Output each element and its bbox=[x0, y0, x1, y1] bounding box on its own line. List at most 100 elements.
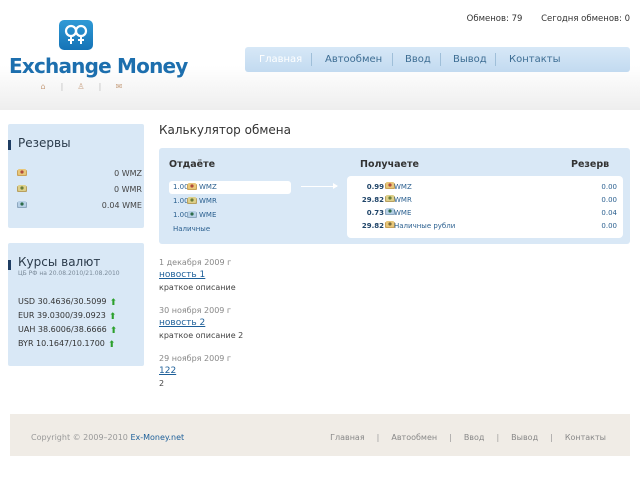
news-description: 2 bbox=[159, 379, 165, 388]
wmz-coin-icon bbox=[17, 169, 27, 176]
logo-text[interactable]: Exchange Money bbox=[9, 54, 188, 78]
receive-reserve: 0.00 bbox=[601, 222, 617, 230]
footer-nav-autoexchange[interactable]: Автообмен bbox=[391, 433, 437, 442]
mail-icon[interactable]: ✉ bbox=[110, 82, 128, 91]
news-description: краткое описание 2 bbox=[159, 331, 244, 340]
news-link[interactable]: новость 2 bbox=[159, 318, 243, 328]
news-item: 1 декабря 2009 г новость 1 краткое описа… bbox=[159, 258, 236, 292]
rate-text: EUR 39.0300/39.0923 bbox=[18, 311, 106, 320]
today-exchanges-count: Сегодня обменов: 0 bbox=[541, 14, 630, 24]
receive-currency: Наличные рубли bbox=[394, 222, 456, 230]
reserve-row-wmr: 0 WMR bbox=[17, 184, 142, 196]
receive-currency: WMR bbox=[394, 196, 412, 204]
col-receive-header: Получаете bbox=[360, 159, 419, 170]
give-option-wmz[interactable]: 1.00 WMZ bbox=[169, 181, 291, 194]
col-reserve-header: Резерв bbox=[571, 159, 610, 170]
give-option-wmr[interactable]: 1.00 WMR bbox=[169, 195, 291, 208]
calculator-title: Калькулятор обмена bbox=[159, 123, 291, 137]
nav-input[interactable]: Ввод bbox=[405, 54, 431, 65]
footer-nav-input[interactable]: Ввод bbox=[464, 433, 485, 442]
give-currency: WMZ bbox=[199, 183, 217, 191]
receive-reserve: 0.04 bbox=[601, 209, 617, 217]
header: Exchange Money ⌂ | ♙ | ✉ Обменов: 79 Сегодня… bbox=[0, 0, 640, 110]
receive-row-wmr[interactable]: 29.82 WMR 0.00 bbox=[347, 194, 623, 206]
wme-coin-icon bbox=[187, 211, 197, 218]
divider: | bbox=[98, 82, 102, 91]
col-give-header: Отдаёте bbox=[169, 159, 216, 170]
footer-nav: Главная | Автообмен | Ввод | Вывод | Контакты bbox=[330, 433, 606, 442]
receive-row-wmz[interactable]: 0.99 WMZ 0.00 bbox=[347, 181, 623, 193]
exchange-calculator: Отдаёте Получаете Резерв 1.00 WMZ 1.00 W… bbox=[159, 148, 630, 244]
receive-box: 0.99 WMZ 0.00 29.82 WMR 0.00 0.73 WME 0.… bbox=[347, 176, 623, 238]
rate-row: USD 30.4636/30.5099 ⬆ bbox=[18, 297, 117, 308]
footer-nav-contacts[interactable]: Контакты bbox=[565, 433, 606, 442]
news-link[interactable]: новость 1 bbox=[159, 270, 236, 280]
news-link[interactable]: 122 bbox=[159, 366, 231, 376]
give-option-wme[interactable]: 1.00 WME bbox=[169, 209, 291, 222]
wmz-coin-icon bbox=[187, 183, 197, 190]
arrow-up-icon: ⬆ bbox=[109, 298, 118, 308]
title-marker bbox=[8, 140, 11, 150]
title-marker bbox=[8, 260, 11, 270]
exchange-stats: Обменов: 79 Сегодня обменов: 0 bbox=[451, 14, 630, 24]
divider: | bbox=[449, 433, 452, 442]
news-date: 1 декабря 2009 г bbox=[159, 258, 232, 267]
nav-divider bbox=[311, 53, 312, 66]
reserves-panel: Резервы 0 WMZ 0 WMR 0.04 WME bbox=[8, 124, 144, 228]
rate-text: BYR 10.1647/10.1700 bbox=[18, 339, 105, 348]
receive-row-cash[interactable]: 29.82 Наличные рубли 0.00 bbox=[347, 220, 623, 232]
rate-row: BYR 10.1647/10.1700 ⬆ bbox=[18, 339, 115, 350]
mini-icons: ⌂ | ♙ | ✉ bbox=[34, 82, 128, 91]
divider: | bbox=[550, 433, 553, 442]
receive-amount: 0.73 bbox=[366, 209, 384, 217]
reserves-title: Резервы bbox=[18, 136, 71, 150]
reserve-row-wmz: 0 WMZ bbox=[17, 168, 142, 180]
give-currency: WMR bbox=[199, 197, 217, 205]
receive-row-wme[interactable]: 0.73 WME 0.04 bbox=[347, 207, 623, 219]
footer-nav-home[interactable]: Главная bbox=[330, 433, 365, 442]
site-link[interactable]: Ex-Money.net bbox=[130, 433, 184, 442]
news-description: краткое описание bbox=[159, 283, 236, 292]
reserve-value: 0 WMZ bbox=[114, 169, 142, 178]
home-icon[interactable]: ⌂ bbox=[34, 82, 52, 91]
receive-reserve: 0.00 bbox=[601, 183, 617, 191]
rates-title: Курсы валют bbox=[18, 255, 101, 269]
copyright-text: Copyright © 2009–2010 bbox=[31, 433, 128, 442]
exchanges-count: Обменов: 79 bbox=[466, 14, 523, 24]
arrow-up-icon: ⬆ bbox=[109, 326, 118, 336]
arrow-right-icon bbox=[333, 183, 338, 189]
wmr-coin-icon bbox=[187, 197, 197, 204]
footer: Copyright © 2009–2010 Ex-Money.net Главн… bbox=[10, 414, 630, 456]
rate-text: USD 30.4636/30.5099 bbox=[18, 297, 107, 306]
reserve-value: 0 WMR bbox=[113, 185, 142, 194]
users-icon[interactable]: ♙ bbox=[72, 82, 90, 91]
give-currency: Наличные bbox=[173, 225, 211, 233]
give-option-cash[interactable]: Наличные bbox=[169, 223, 291, 236]
nav-contacts[interactable]: Контакты bbox=[509, 54, 560, 65]
receive-currency: WMZ bbox=[394, 183, 412, 191]
main-nav: Главная Автообмен Ввод Вывод Контакты bbox=[245, 47, 630, 72]
logo-icon[interactable] bbox=[59, 20, 93, 50]
receive-currency: WME bbox=[394, 209, 412, 217]
news-date: 30 ноября 2009 г bbox=[159, 306, 232, 315]
divider: | bbox=[496, 433, 500, 442]
reserve-row-wme: 0.04 WME bbox=[17, 200, 142, 212]
nav-autoexchange[interactable]: Автообмен bbox=[325, 54, 382, 65]
news-date: 29 ноября 2009 г bbox=[159, 354, 232, 363]
wmr-coin-icon bbox=[17, 185, 27, 192]
news-item: 30 ноября 2009 г новость 2 краткое описа… bbox=[159, 306, 243, 340]
nav-output[interactable]: Вывод bbox=[453, 54, 487, 65]
footer-nav-output[interactable]: Вывод bbox=[511, 433, 538, 442]
rates-panel: Курсы валют ЦБ РФ на 20.08.2010/21.08.20… bbox=[8, 243, 144, 366]
nav-home[interactable]: Главная bbox=[259, 54, 302, 65]
arrow-up-icon: ⬆ bbox=[107, 340, 116, 350]
give-currency: WME bbox=[199, 211, 217, 219]
rate-row: UAH 38.6006/38.6666 ⬆ bbox=[18, 325, 117, 336]
rate-text: UAH 38.6006/38.6666 bbox=[18, 325, 107, 334]
divider: | bbox=[60, 82, 64, 91]
copyright: Copyright © 2009–2010 Ex-Money.net bbox=[31, 433, 184, 442]
nav-divider bbox=[392, 53, 393, 66]
wme-coin-icon bbox=[17, 201, 27, 208]
reserve-value: 0.04 WME bbox=[101, 201, 142, 210]
receive-amount: 29.82 bbox=[361, 222, 384, 230]
